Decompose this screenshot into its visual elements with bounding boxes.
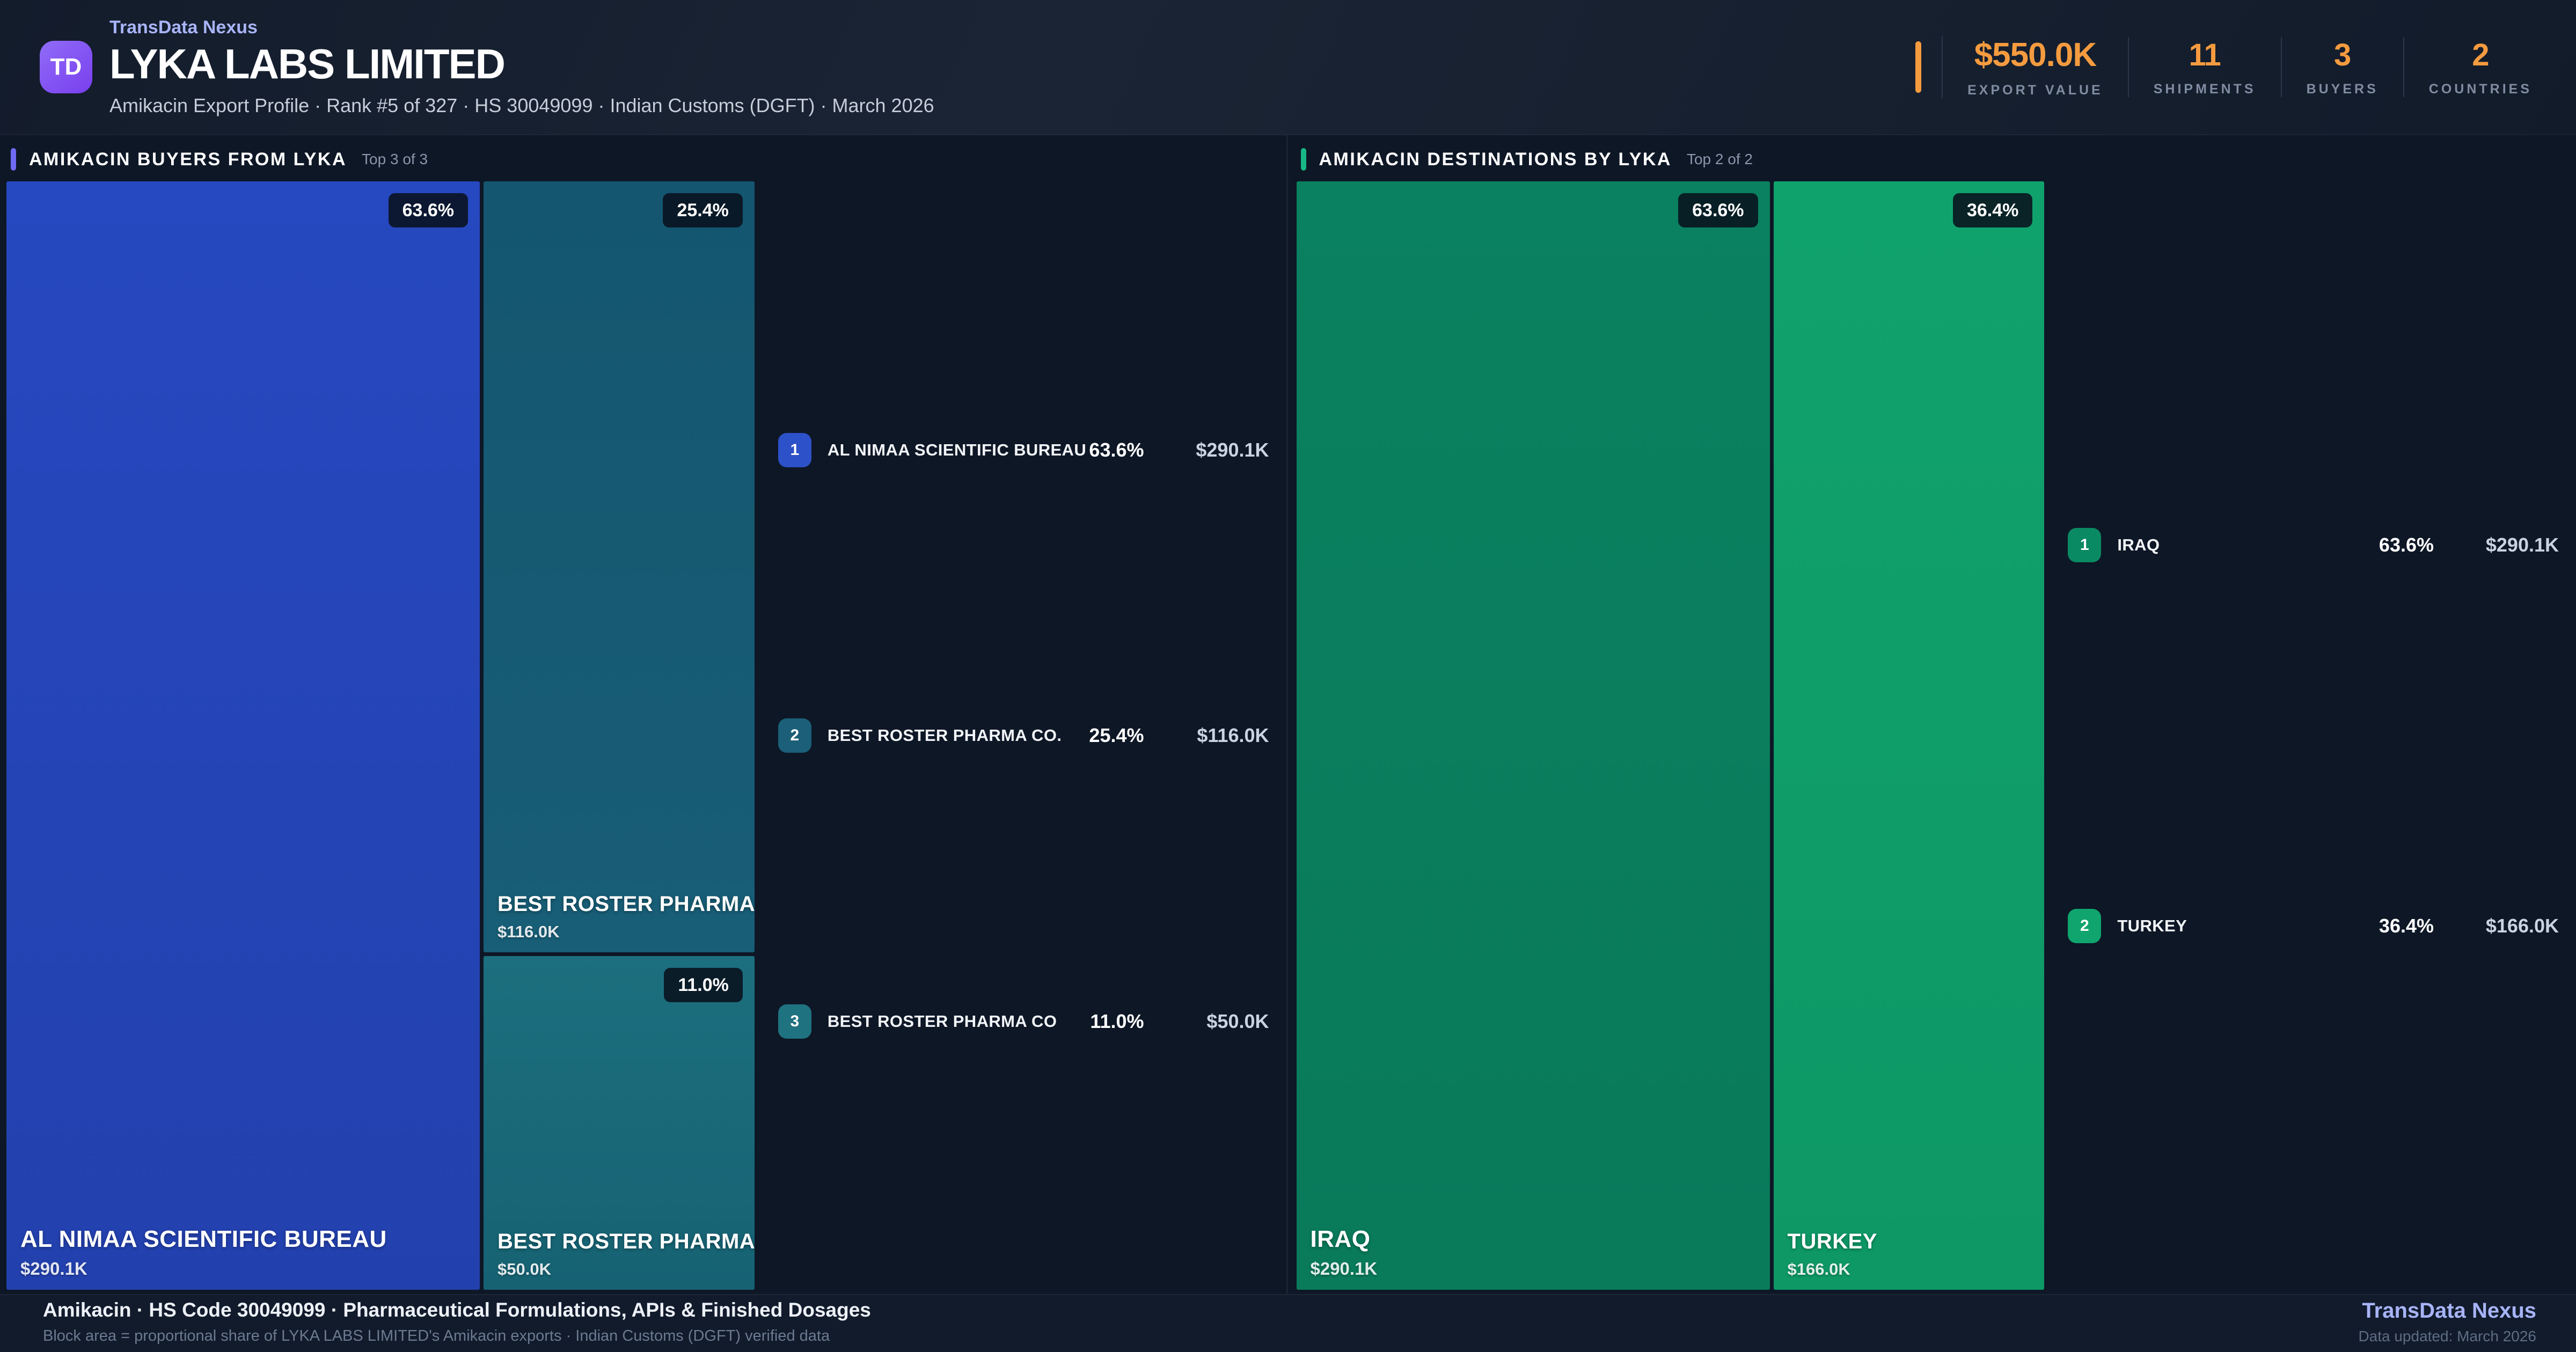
destinations-panel-count: Top 2 of 2	[1686, 151, 1753, 167]
legend-name: IRAQ	[2117, 535, 2160, 554]
block-value: $166.0K	[1787, 1260, 1850, 1278]
stat-countries: 2 COUNTRIES	[2403, 37, 2535, 97]
block-label: TURKEY $166.0K	[1788, 1230, 2034, 1279]
share-badge: 11.0%	[664, 967, 743, 1002]
stat-label: BUYERS	[2306, 82, 2379, 97]
block-label: BEST ROSTER PHARMA CO $50.0K	[497, 1230, 755, 1279]
block-label: AL NIMAA SCIENTIFIC BUREAU $290.1K	[20, 1226, 469, 1279]
legend-value: $290.1K	[2485, 534, 2559, 556]
buyers-legend: 1 AL NIMAA SCIENTIFIC BUREAU 63.6% $290.…	[755, 181, 1279, 1290]
rank-badge: 1	[2068, 528, 2102, 562]
share-badge: 63.6%	[1678, 193, 1758, 227]
stat-value: 2	[2472, 38, 2489, 72]
legend-name: BEST ROSTER PHARMA CO.	[827, 726, 1062, 745]
stats-accent-bar	[1915, 41, 1922, 93]
destinations-treemap-col-2: 36.4% TURKEY $166.0K	[1773, 181, 2045, 1290]
footer-note: Block area = proportional share of LYKA …	[43, 1327, 830, 1344]
buyers-panel-body: 63.6% AL NIMAA SCIENTIFIC BUREAU $290.1K…	[6, 181, 1279, 1290]
share-badge: 36.4%	[1952, 193, 2033, 227]
brand-name: TransData Nexus	[109, 17, 258, 38]
legend-share: 63.6%	[1089, 438, 1144, 461]
stat-value: 3	[2334, 38, 2351, 72]
destinations-treemap-col-1: 63.6% IRAQ $290.1K	[1296, 181, 1770, 1290]
legend-row-al-nimaa[interactable]: 1 AL NIMAA SCIENTIFIC BUREAU 63.6% $290.…	[778, 432, 1269, 467]
legend-share: 25.4%	[1089, 724, 1144, 746]
legend-value: $116.0K	[1197, 724, 1269, 746]
buyers-treemap-col-2: 25.4% BEST ROSTER PHARMA CO. $116.0K 11.…	[484, 181, 755, 1290]
legend-row-turkey[interactable]: 2 TURKEY 36.4% $166.0K	[2068, 909, 2559, 943]
rank-badge: 1	[778, 432, 811, 467]
stat-shipments: 11 SHIPMENTS	[2127, 37, 2281, 97]
destinations-legend: 1 IRAQ 63.6% $290.1K 2 TURKEY 36.4% $166…	[2044, 181, 2568, 1290]
legend-share: 11.0%	[1090, 1010, 1144, 1032]
rank-badge: 3	[778, 1004, 811, 1039]
buyers-treemap-col-1: 63.6% AL NIMAA SCIENTIFIC BUREAU $290.1K	[6, 181, 480, 1290]
block-value: $290.1K	[20, 1259, 87, 1278]
main-content: AMIKACIN BUYERS FROM LYKA Top 3 of 3 63.…	[0, 135, 2576, 1294]
block-name: IRAQ	[1310, 1225, 1371, 1252]
destinations-panel-header: AMIKACIN DESTINATIONS BY LYKA Top 2 of 2	[1300, 146, 2569, 173]
buyers-panel-title: AMIKACIN BUYERS FROM LYKA	[29, 149, 347, 170]
buyers-panel-count: Top 3 of 3	[362, 151, 428, 167]
page-header: TD TransData Nexus LYKA LABS LIMITED Ami…	[0, 0, 2576, 135]
block-value: $50.0K	[497, 1260, 551, 1278]
footer-brand: TransData Nexus	[2362, 1299, 2536, 1322]
treemap-block-best-roster-1[interactable]: 25.4% BEST ROSTER PHARMA CO. $116.0K	[484, 181, 755, 952]
block-label: IRAQ $290.1K	[1311, 1226, 1759, 1279]
treemap-block-al-nimaa[interactable]: 63.6% AL NIMAA SCIENTIFIC BUREAU $290.1K	[6, 181, 480, 1290]
header-text-block: TransData Nexus LYKA LABS LIMITED Amikac…	[109, 17, 934, 117]
buyers-panel: AMIKACIN BUYERS FROM LYKA Top 3 of 3 63.…	[0, 135, 1286, 1294]
export-profile-page: TD TransData Nexus LYKA LABS LIMITED Ami…	[0, 0, 2576, 1352]
stat-label: EXPORT VALUE	[1967, 83, 2103, 98]
destinations-panel-body: 63.6% IRAQ $290.1K 36.4% TURKEY $166.0K …	[1296, 181, 2569, 1290]
destinations-accent-bar	[1300, 148, 1306, 171]
destinations-treemap: 63.6% IRAQ $290.1K 36.4% TURKEY $166.0K	[1296, 181, 2045, 1290]
page-title: LYKA LABS LIMITED	[109, 40, 506, 87]
stat-buyers: 3 BUYERS	[2280, 37, 2403, 97]
footer-product-line: Amikacin · HS Code 30049099 · Pharmaceut…	[43, 1299, 871, 1321]
stat-export-value: $550.0K EXPORT VALUE	[1942, 36, 2128, 98]
stat-value: 11	[2189, 38, 2221, 72]
buyers-accent-bar	[11, 148, 16, 171]
header-stats: $550.0K EXPORT VALUE 11 SHIPMENTS 3 BUYE…	[1915, 36, 2535, 98]
footer-left: Amikacin · HS Code 30049099 · Pharmaceut…	[43, 1299, 871, 1345]
legend-value: $166.0K	[2485, 915, 2559, 937]
legend-row-best-roster-2[interactable]: 3 BEST ROSTER PHARMA CO 11.0% $50.0K	[778, 1004, 1269, 1039]
legend-row-best-roster-1[interactable]: 2 BEST ROSTER PHARMA CO. 25.4% $116.0K	[778, 718, 1269, 753]
stat-label: SHIPMENTS	[2153, 82, 2256, 97]
legend-name: AL NIMAA SCIENTIFIC BUREAU	[827, 440, 1087, 459]
stat-value: $550.0K	[1974, 36, 2097, 74]
transdata-logo-icon: TD	[40, 41, 92, 93]
treemap-block-turkey[interactable]: 36.4% TURKEY $166.0K	[1773, 181, 2045, 1290]
destinations-panel-title: AMIKACIN DESTINATIONS BY LYKA	[1319, 149, 1672, 170]
page-footer: Amikacin · HS Code 30049099 · Pharmaceut…	[0, 1294, 2576, 1352]
block-name: BEST ROSTER PHARMA CO	[497, 1230, 755, 1253]
treemap-block-iraq[interactable]: 63.6% IRAQ $290.1K	[1296, 181, 1770, 1290]
buyers-treemap: 63.6% AL NIMAA SCIENTIFIC BUREAU $290.1K…	[6, 181, 755, 1290]
legend-row-iraq[interactable]: 1 IRAQ 63.6% $290.1K	[2068, 528, 2559, 562]
legend-value: $290.1K	[1196, 438, 1269, 461]
block-value: $116.0K	[497, 922, 560, 941]
rank-badge: 2	[2068, 909, 2102, 943]
footer-right: TransData Nexus Data updated: March 2026	[2358, 1299, 2536, 1345]
share-badge: 25.4%	[663, 193, 743, 227]
legend-value: $50.0K	[1206, 1010, 1269, 1032]
legend-share: 36.4%	[2379, 915, 2434, 937]
stat-label: COUNTRIES	[2428, 82, 2532, 97]
legend-share: 63.6%	[2379, 534, 2434, 556]
block-label: BEST ROSTER PHARMA CO. $116.0K	[497, 892, 755, 942]
block-name: TURKEY	[1787, 1230, 1877, 1253]
treemap-block-best-roster-2[interactable]: 11.0% BEST ROSTER PHARMA CO $50.0K	[484, 956, 755, 1290]
block-name: AL NIMAA SCIENTIFIC BUREAU	[20, 1225, 387, 1252]
block-name: BEST ROSTER PHARMA CO.	[497, 892, 755, 916]
page-subtitle: Amikacin Export Profile · Rank #5 of 327…	[109, 94, 934, 117]
legend-name: TURKEY	[2117, 916, 2187, 935]
block-value: $290.1K	[1310, 1259, 1378, 1278]
share-badge: 63.6%	[388, 193, 469, 227]
buyers-panel-header: AMIKACIN BUYERS FROM LYKA Top 3 of 3	[11, 146, 1279, 173]
destinations-panel: AMIKACIN DESTINATIONS BY LYKA Top 2 of 2…	[1286, 135, 2576, 1294]
legend-name: BEST ROSTER PHARMA CO	[827, 1011, 1057, 1031]
rank-badge: 2	[778, 718, 811, 753]
footer-updated: Data updated: March 2026	[2358, 1328, 2536, 1344]
